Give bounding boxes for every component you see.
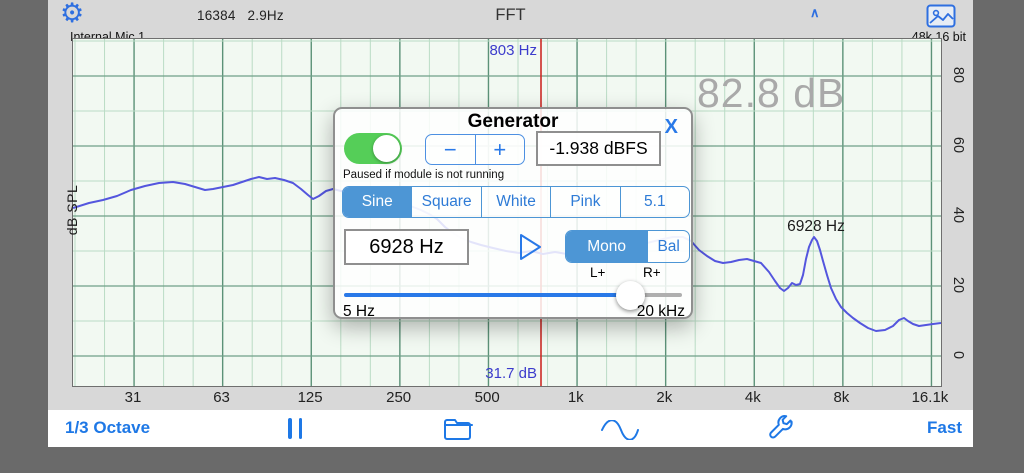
x-tick-label: 2k (656, 389, 673, 406)
sine-icon[interactable] (600, 420, 640, 440)
level-stepper: − + (425, 134, 525, 165)
level-field[interactable]: -1.938 dBFS (536, 131, 661, 166)
left-channel-label: L+ (590, 265, 606, 280)
toggle-caption: Paused if module is not running (343, 169, 505, 181)
wave-option-51[interactable]: 5.1 (621, 187, 689, 217)
x-tick-label: 500 (474, 389, 500, 406)
x-tick-label: 125 (297, 389, 323, 406)
wrench-icon[interactable] (766, 415, 794, 443)
app-screen: ⚙ 16384 2.9Hz FFT ∧ Internal Mic 1 48k 16… (48, 0, 973, 447)
dialog-title: Generator (467, 111, 559, 132)
peak-frequency-label: 6928 Hz (787, 218, 845, 235)
pause-icon[interactable] (288, 418, 302, 439)
play-icon[interactable] (517, 232, 543, 262)
channel-option-bal[interactable]: Bal (648, 231, 689, 262)
x-tick-label: 250 (386, 389, 412, 406)
bottom-toolbar: 1/3 Octave Fast (48, 410, 973, 447)
slider-max-label: 20 kHz (636, 303, 685, 320)
y-tick-label: 60 (950, 136, 966, 154)
x-tick-label: 1k (567, 389, 584, 406)
plus-button[interactable]: + (476, 135, 525, 164)
mode-button[interactable]: 1/3 Octave (65, 418, 150, 438)
generator-toggle[interactable] (344, 133, 402, 164)
right-channel-label: R+ (643, 265, 661, 280)
y-tick-label: 0 (950, 350, 966, 360)
frequency-field[interactable]: 6928 Hz (344, 229, 469, 265)
wave-option-pink[interactable]: Pink (551, 187, 621, 217)
screenshot-icon[interactable] (926, 4, 956, 28)
y-tick-label: 40 (950, 206, 966, 224)
cursor-level-label: 31.7 dB (485, 365, 537, 382)
y-tick-label: 80 (950, 66, 966, 84)
header-bar: ⚙ 16384 2.9Hz FFT ∧ (48, 0, 973, 32)
folder-icon[interactable] (443, 416, 473, 440)
channel-option-mono[interactable]: Mono (566, 231, 649, 262)
x-tick-label: 8k (833, 389, 850, 406)
y-axis-title: dB SPL (64, 184, 80, 236)
speed-button[interactable]: Fast (927, 418, 962, 438)
slider-track-filled[interactable] (344, 293, 630, 297)
close-icon[interactable]: X (665, 116, 678, 139)
y-tick-label: 20 (950, 276, 966, 294)
toggle-knob (373, 135, 400, 162)
spl-readout: 82.8 dB (697, 70, 846, 116)
wave-option-white[interactable]: White (482, 187, 552, 217)
x-tick-label: 31 (124, 389, 142, 406)
page-title: FFT (495, 6, 526, 24)
slider-min-label: 5 Hz (343, 303, 375, 320)
chevron-up-icon[interactable]: ∧ (810, 5, 820, 21)
x-tick-label: 63 (213, 389, 230, 406)
wave-option-square[interactable]: Square (412, 187, 482, 217)
waveform-segmented-control: Sine Square White Pink 5.1 (342, 186, 690, 218)
x-tick-label: 4k (744, 389, 761, 406)
channel-segmented-control: Mono Bal (565, 230, 690, 263)
wave-option-sine[interactable]: Sine (343, 187, 413, 217)
minus-button[interactable]: − (426, 135, 476, 164)
cursor-frequency-label: 803 Hz (489, 42, 537, 59)
x-tick-label: 16.1k (911, 389, 949, 406)
generator-dialog: Generator X − + -1.938 dBFS Paused if mo… (333, 107, 693, 320)
